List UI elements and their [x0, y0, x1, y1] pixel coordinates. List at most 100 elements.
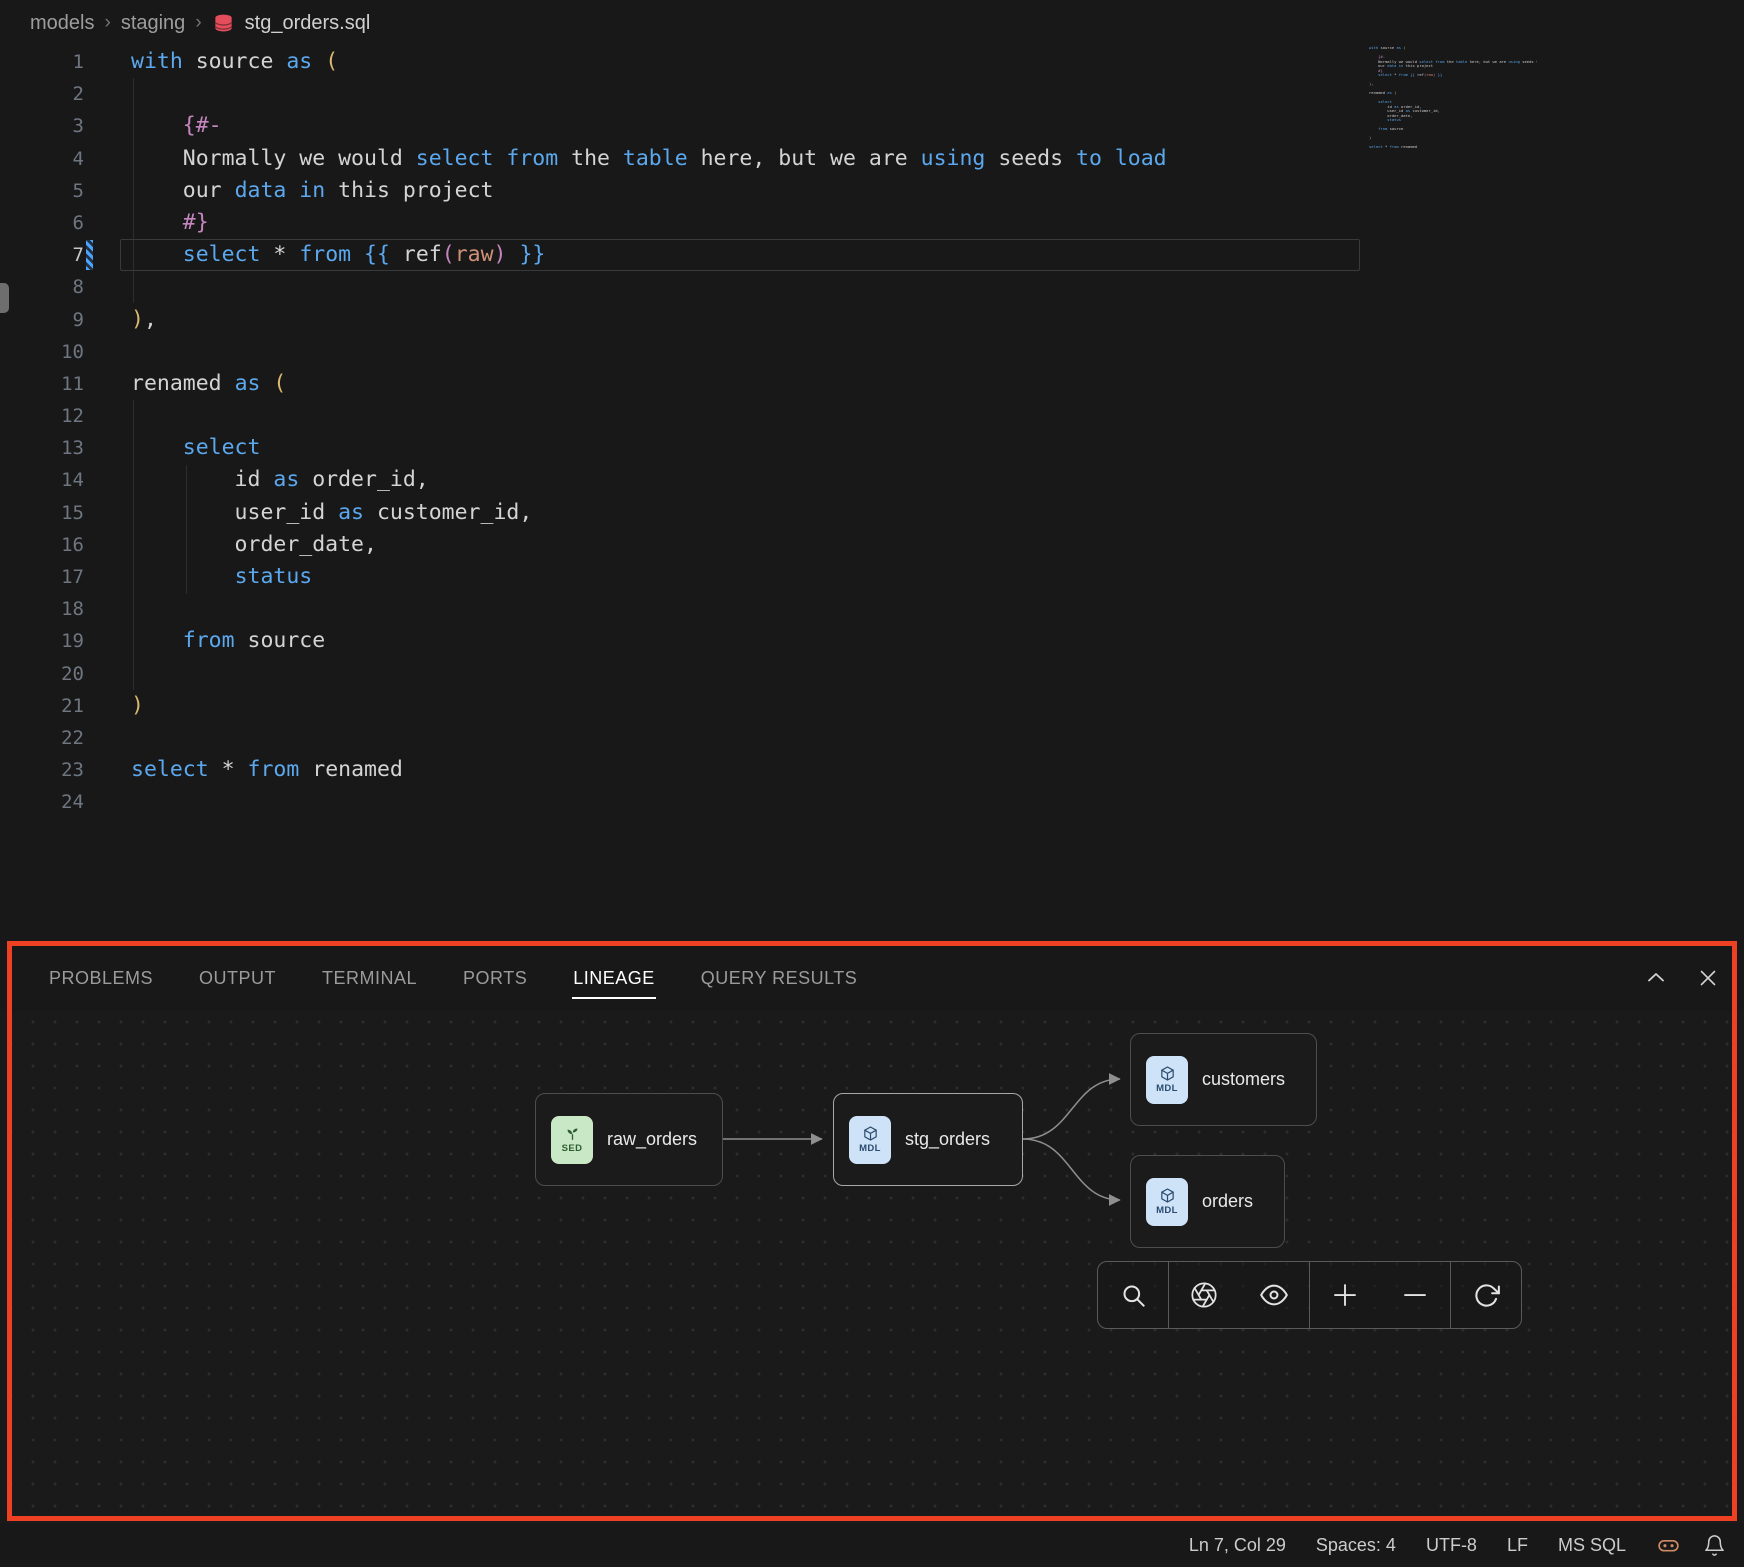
lineage-node-orders[interactable]: MDL orders	[1130, 1155, 1285, 1248]
code-text: order_date,	[131, 529, 377, 561]
status-indentation[interactable]: Spaces: 4	[1316, 1535, 1396, 1556]
code-line[interactable]: 19 from source	[10, 625, 1744, 657]
node-badge: MDL	[1156, 1083, 1178, 1094]
toolbar-group	[1168, 1262, 1309, 1328]
toolbar-group	[1098, 1262, 1168, 1328]
code-line[interactable]: 24	[10, 786, 1744, 818]
code-line[interactable]: 11 renamed as (	[10, 368, 1744, 400]
code-text: user_id as customer_id,	[131, 497, 532, 529]
code-line[interactable]: 5 our data in this project	[10, 175, 1744, 207]
toolbar-refresh-button[interactable]	[1451, 1262, 1521, 1328]
tab-terminal[interactable]: TERMINAL	[321, 962, 418, 995]
toolbar-aperture-button[interactable]	[1169, 1262, 1239, 1328]
code-text: select	[131, 432, 260, 464]
lineage-node-customers[interactable]: MDLcustomers	[1130, 1033, 1317, 1126]
code-line[interactable]: 16 order_date,	[10, 529, 1744, 561]
code-line[interactable]: 10	[10, 336, 1744, 368]
tab-problems[interactable]: PROBLEMS	[48, 962, 154, 995]
code-line[interactable]: 17 status	[10, 561, 1744, 593]
breadcrumb-item-models[interactable]: models	[30, 12, 94, 35]
minimap[interactable]: with source as ( {#- Normally we would s…	[1365, 46, 1537, 154]
refresh-icon	[1473, 1282, 1500, 1309]
copilot-icon[interactable]	[1656, 1533, 1681, 1558]
code-text: renamed as (	[131, 368, 286, 400]
bell-icon[interactable]	[1703, 1534, 1726, 1557]
line-number: 19	[10, 625, 84, 657]
line-number: 24	[10, 786, 84, 818]
panel-actions	[1644, 966, 1720, 990]
aperture-icon	[1190, 1281, 1218, 1309]
code-line[interactable]: 18	[10, 593, 1744, 625]
status-encoding[interactable]: UTF-8	[1426, 1535, 1477, 1556]
code-line[interactable]: 9),	[10, 304, 1744, 336]
toolbar-group	[1309, 1262, 1450, 1328]
line-number: 21	[10, 690, 84, 722]
toolbar-group	[1450, 1262, 1521, 1328]
tab-output[interactable]: OUTPUT	[198, 962, 277, 995]
toolbar-eye-button[interactable]	[1239, 1262, 1309, 1328]
node-badge: MDL	[859, 1143, 881, 1154]
tab-lineage[interactable]: LINEAGE	[572, 962, 656, 995]
seed-icon: SED	[551, 1116, 593, 1164]
node-label: stg_orders	[905, 1129, 990, 1150]
line-number: 16	[10, 529, 84, 561]
breadcrumb: models › staging › stg_orders.sql	[10, 0, 1744, 46]
minimap-line	[1365, 150, 1537, 155]
breadcrumb-separator: ›	[104, 12, 110, 34]
code-line[interactable]: 14 id as order_id,	[10, 464, 1744, 496]
toolbar-plus-button[interactable]	[1310, 1262, 1380, 1328]
line-number: 20	[10, 658, 84, 690]
code-line[interactable]: 22	[10, 722, 1744, 754]
database-icon	[212, 12, 235, 35]
plus-icon	[1330, 1280, 1360, 1310]
tab-ports[interactable]: PORTS	[462, 962, 528, 995]
line-number: 5	[10, 175, 84, 207]
line-number: 11	[10, 368, 84, 400]
line-number: 4	[10, 143, 84, 175]
status-cursor-position[interactable]: Ln 7, Col 29	[1189, 1535, 1286, 1556]
minus-icon	[1400, 1280, 1430, 1310]
status-bar: Ln 7, Col 29 Spaces: 4 UTF-8 LF MS SQL	[0, 1523, 1744, 1567]
code-line[interactable]: 13 select	[10, 432, 1744, 464]
status-icons	[1656, 1533, 1726, 1558]
code-editor[interactable]: 1with source as (23 {#-4 Normally we wou…	[10, 46, 1744, 945]
line-number: 9	[10, 304, 84, 336]
code-text: Normally we would select from the table …	[131, 143, 1167, 175]
model-icon: MDL	[849, 1116, 891, 1164]
lineage-canvas[interactable]: SEDraw_ordersMDLstg_ordersMDLcustomersMD…	[0, 1011, 1744, 1523]
status-eol[interactable]: LF	[1507, 1535, 1528, 1556]
code-text: )	[131, 690, 144, 722]
line-number: 13	[10, 432, 84, 464]
code-line[interactable]: 6 #}	[10, 207, 1744, 239]
search-icon	[1120, 1282, 1147, 1309]
code-lines: 1with source as (23 {#-4 Normally we wou…	[10, 46, 1744, 819]
breadcrumb-file[interactable]: stg_orders.sql	[245, 12, 371, 35]
panel-tabbar: PROBLEMS OUTPUT TERMINAL PORTS LINEAGE QUERY …	[0, 945, 1744, 1011]
breadcrumb-separator: ›	[195, 12, 201, 34]
toolbar-minus-button[interactable]	[1380, 1262, 1450, 1328]
line-number: 1	[10, 46, 84, 78]
node-label: orders	[1202, 1191, 1253, 1212]
code-line[interactable]: 8	[10, 271, 1744, 303]
modified-line-indicator	[86, 240, 93, 270]
code-text: #}	[131, 207, 209, 239]
code-line[interactable]: 21)	[10, 690, 1744, 722]
code-line[interactable]: 15 user_id as customer_id,	[10, 497, 1744, 529]
breadcrumb-item-staging[interactable]: staging	[121, 12, 186, 35]
status-language[interactable]: MS SQL	[1558, 1535, 1626, 1556]
lineage-node-stg_orders[interactable]: MDL stg_orders	[833, 1093, 1023, 1186]
code-line[interactable]: 7 select * from {{ ref(raw) }}	[10, 239, 1744, 271]
line-number: 3	[10, 110, 84, 142]
lineage-node-raw_orders[interactable]: SEDraw_orders	[535, 1093, 723, 1186]
line-number: 10	[10, 336, 84, 368]
code-line[interactable]: 20	[10, 658, 1744, 690]
code-line[interactable]: 12	[10, 400, 1744, 432]
code-text: our data in this project	[131, 175, 493, 207]
close-icon[interactable]	[1696, 966, 1720, 990]
chevron-up-icon[interactable]	[1644, 966, 1668, 990]
code-line[interactable]: 23select * from renamed	[10, 754, 1744, 786]
code-text: from source	[131, 625, 325, 657]
node-badge: MDL	[1156, 1205, 1178, 1216]
tab-query-results[interactable]: QUERY RESULTS	[700, 962, 859, 995]
toolbar-search-button[interactable]	[1098, 1262, 1168, 1328]
